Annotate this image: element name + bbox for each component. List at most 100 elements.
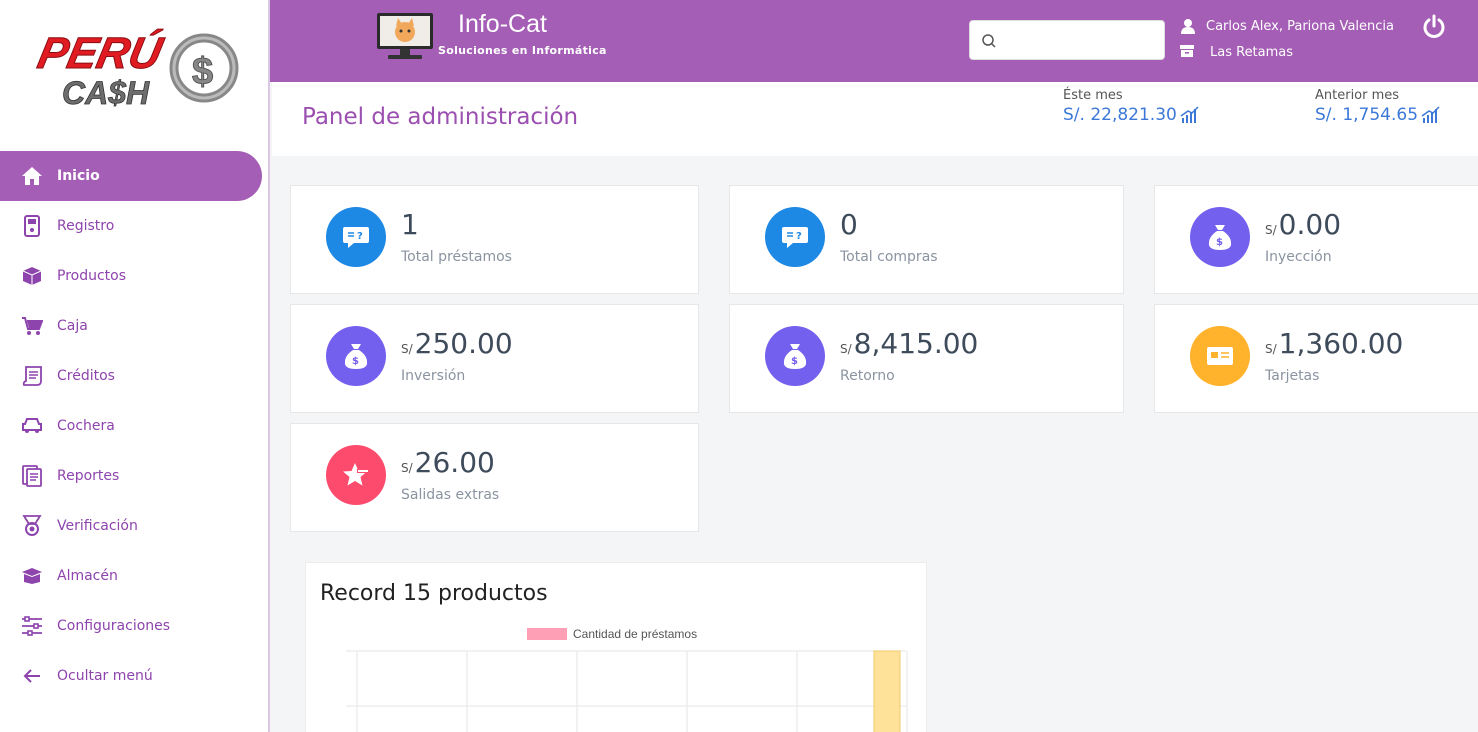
search-input[interactable] bbox=[1004, 29, 1154, 53]
card-label: Total compras bbox=[840, 249, 938, 265]
legend-swatch bbox=[527, 628, 567, 640]
svg-text:$: $ bbox=[791, 356, 798, 367]
receipt-icon bbox=[20, 364, 44, 388]
sidebar-item-label: Reportes bbox=[57, 468, 120, 484]
stat-card-inyeccion[interactable]: $ S/0.00 Inyección bbox=[1154, 185, 1478, 294]
sidebar-item-label: Verificación bbox=[57, 518, 138, 534]
sidebar-item-almacen[interactable]: Almacén bbox=[0, 551, 268, 601]
car-icon bbox=[20, 414, 44, 438]
this-month-stat: Éste mes S/. 22,821.30 bbox=[1063, 88, 1200, 125]
sidebar-item-creditos[interactable]: Créditos bbox=[0, 351, 268, 401]
sidebar-item-label: Productos bbox=[57, 268, 127, 284]
brand-title: Info-Cat bbox=[458, 10, 547, 38]
page-title: Panel de administración bbox=[302, 104, 579, 130]
stat-card-total-compras[interactable]: ? 0 Total compras bbox=[729, 185, 1124, 294]
card-icon bbox=[1190, 326, 1250, 386]
archive-icon bbox=[1180, 44, 1196, 60]
power-icon[interactable] bbox=[1422, 14, 1446, 40]
chat-question-icon: ? bbox=[326, 207, 386, 267]
medal-icon bbox=[20, 514, 44, 538]
svg-text:$: $ bbox=[352, 356, 359, 367]
stat-card-tarjetas[interactable]: S/1,360.00 Tarjetas bbox=[1154, 304, 1478, 413]
card-value: 1,360.00 bbox=[1278, 327, 1404, 360]
sidebar-item-cochera[interactable]: Cochera bbox=[0, 401, 268, 451]
card-value: 250.00 bbox=[414, 327, 513, 360]
star-minus-icon bbox=[326, 445, 386, 505]
sidebar-item-label: Caja bbox=[57, 318, 88, 334]
sliders-icon bbox=[20, 614, 44, 638]
cat-monitor-icon[interactable] bbox=[376, 12, 434, 60]
sidebar-item-label: Cochera bbox=[57, 418, 115, 434]
svg-text:$: $ bbox=[192, 51, 213, 93]
stat-card-inversion[interactable]: $ S/250.00 Inversión bbox=[290, 304, 699, 413]
last-month-stat: Anterior mes S/. 1,754.65 bbox=[1315, 88, 1441, 125]
currency-label: S/ bbox=[1265, 223, 1277, 237]
document-icon bbox=[20, 464, 44, 488]
search-box[interactable] bbox=[969, 20, 1165, 60]
sidebar-item-verificacion[interactable]: Verificación bbox=[0, 501, 268, 551]
sidebar-item-ocultar-menu[interactable]: Ocultar menú bbox=[0, 651, 268, 701]
last-month-label: Anterior mes bbox=[1315, 88, 1400, 103]
chart-bar bbox=[873, 650, 901, 732]
sidebar-item-caja[interactable]: Caja bbox=[0, 301, 268, 351]
sidebar-item-configuraciones[interactable]: Configuraciones bbox=[0, 601, 268, 651]
stat-card-total-prestamos[interactable]: ? 1 Total préstamos bbox=[290, 185, 699, 294]
sidebar-item-inicio[interactable]: Inicio bbox=[0, 151, 262, 201]
card-value: 8,415.00 bbox=[853, 327, 979, 360]
card-value: 1 bbox=[401, 208, 419, 241]
arrow-left-icon bbox=[20, 664, 44, 688]
sidebar-item-registro[interactable]: Registro bbox=[0, 201, 268, 251]
card-value: 26.00 bbox=[414, 446, 495, 479]
card-label: Total préstamos bbox=[401, 249, 512, 265]
sidebar-item-label: Almacén bbox=[57, 568, 118, 584]
currency-label: S/ bbox=[1265, 342, 1277, 356]
card-label: Inversión bbox=[401, 368, 466, 384]
sidebar-item-label: Registro bbox=[57, 218, 115, 234]
card-label: Inyección bbox=[1265, 249, 1332, 265]
stat-card-salidas-extras[interactable]: S/26.00 Salidas extras bbox=[290, 423, 699, 532]
sidebar-item-productos[interactable]: Productos bbox=[0, 251, 268, 301]
currency-label: S/ bbox=[401, 461, 413, 475]
this-month-value: S/. 22,821.30 bbox=[1063, 105, 1177, 125]
sidebar-item-label: Ocultar menú bbox=[57, 668, 153, 684]
search-icon bbox=[981, 33, 997, 49]
peru-cash-logo[interactable]: PERÚ CA$H $ bbox=[26, 20, 240, 112]
currency-label: S/ bbox=[840, 342, 852, 356]
sidebar-nav: Inicio Registro Productos Caja Créditos bbox=[0, 151, 268, 701]
sidebar-item-label: Créditos bbox=[57, 368, 115, 384]
products-chart: Cantidad de préstamos bbox=[346, 627, 908, 732]
chat-question-icon: ? bbox=[765, 207, 825, 267]
money-bag-icon: $ bbox=[765, 326, 825, 386]
stat-card-retorno[interactable]: $ S/8,415.00 Retorno bbox=[729, 304, 1124, 413]
user-icon bbox=[1180, 18, 1196, 34]
cube-icon bbox=[20, 264, 44, 288]
store-info[interactable]: Las Retamas bbox=[1180, 44, 1293, 60]
this-month-label: Éste mes bbox=[1063, 88, 1123, 103]
phone-icon bbox=[20, 214, 44, 238]
svg-text:?: ? bbox=[796, 231, 802, 242]
trend-up-icon bbox=[1180, 106, 1199, 123]
currency-label: S/ bbox=[401, 342, 413, 356]
card-label: Retorno bbox=[840, 368, 895, 384]
card-label: Salidas extras bbox=[401, 487, 500, 503]
user-info[interactable]: Carlos Alex, Pariona Valencia bbox=[1180, 18, 1394, 34]
home-icon bbox=[20, 164, 44, 188]
chart-panel: Record 15 productos Cantidad de préstamo… bbox=[305, 562, 927, 732]
sidebar: PERÚ CA$H $ Inicio Registro Productos Ca… bbox=[0, 0, 270, 732]
chart-title: Record 15 productos bbox=[320, 581, 548, 606]
legend-label: Cantidad de préstamos bbox=[573, 627, 697, 641]
svg-text:PERÚ: PERÚ bbox=[34, 28, 169, 77]
sidebar-item-label: Configuraciones bbox=[57, 618, 171, 634]
store-name: Las Retamas bbox=[1210, 44, 1294, 60]
last-month-value: S/. 1,754.65 bbox=[1315, 105, 1419, 125]
brand-subtitle: Soluciones en Informática bbox=[438, 44, 607, 57]
card-label: Tarjetas bbox=[1265, 368, 1320, 384]
sidebar-item-reportes[interactable]: Reportes bbox=[0, 451, 268, 501]
trend-up-icon bbox=[1421, 106, 1440, 123]
top-header: Info-Cat Soluciones en Informática Carlo… bbox=[270, 0, 1478, 82]
user-name: Carlos Alex, Pariona Valencia bbox=[1206, 18, 1394, 34]
svg-text:$: $ bbox=[1216, 237, 1223, 248]
box-icon bbox=[20, 564, 44, 588]
svg-text:CA$H: CA$H bbox=[62, 75, 150, 111]
title-bar: Panel de administración Éste mes S/. 22,… bbox=[272, 82, 1478, 156]
